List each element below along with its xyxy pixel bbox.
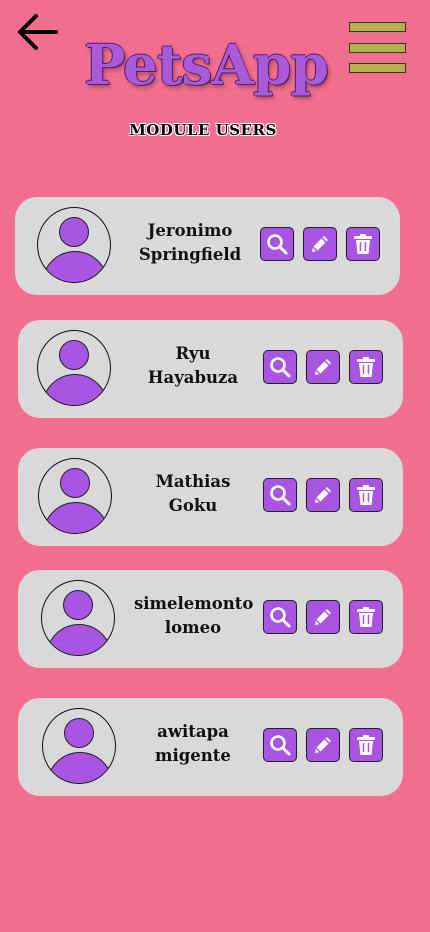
delete-user-button[interactable] — [349, 350, 383, 384]
user-name: Jeronimo Springfield — [138, 221, 242, 264]
user-name: Ryu Hayabuza — [147, 344, 239, 387]
view-user-button[interactable] — [263, 350, 297, 384]
edit-pencil-icon — [308, 232, 332, 256]
edit-user-button[interactable] — [303, 227, 337, 261]
edit-pencil-icon — [311, 483, 335, 507]
edit-pencil-icon — [311, 605, 335, 629]
user-card: Ryu Hayabuza — [18, 320, 403, 418]
delete-user-button[interactable] — [349, 600, 383, 634]
user-name: awitapa migente — [155, 722, 231, 765]
trash-icon — [354, 355, 378, 379]
avatar-head — [64, 718, 94, 748]
edit-user-button[interactable] — [306, 728, 340, 762]
avatar-head — [63, 590, 93, 620]
search-icon — [265, 232, 289, 256]
trash-icon — [354, 483, 378, 507]
avatar-body — [43, 502, 109, 533]
user-avatar-icon — [42, 708, 116, 784]
edit-user-button[interactable] — [306, 478, 340, 512]
user-card: awitapa migente — [18, 698, 403, 796]
avatar-body — [46, 624, 112, 655]
avatar-body — [42, 374, 108, 405]
search-icon — [268, 605, 292, 629]
search-icon — [268, 733, 292, 757]
menu-bar-top — [349, 22, 406, 32]
view-user-button[interactable] — [263, 478, 297, 512]
avatar-head — [59, 217, 89, 247]
arrow-left-icon — [18, 14, 58, 50]
avatar-body — [42, 251, 108, 282]
trash-icon — [354, 605, 378, 629]
search-icon — [268, 483, 292, 507]
page-subtitle: MODULE USERS — [129, 121, 277, 139]
avatar-head — [59, 340, 89, 370]
user-card: simelemonto lomeo — [18, 570, 403, 668]
user-card: Jeronimo Springfield — [15, 197, 400, 295]
trash-icon — [354, 733, 378, 757]
delete-user-button[interactable] — [349, 728, 383, 762]
menu-bar-bottom — [349, 63, 406, 73]
edit-user-button[interactable] — [306, 600, 340, 634]
user-avatar-icon — [41, 580, 115, 656]
user-avatar-icon — [37, 207, 111, 283]
view-user-button[interactable] — [263, 600, 297, 634]
edit-pencil-icon — [311, 355, 335, 379]
edit-user-button[interactable] — [306, 350, 340, 384]
avatar-body — [47, 752, 113, 783]
hamburger-menu-button[interactable] — [349, 22, 407, 76]
search-icon — [268, 355, 292, 379]
menu-bar-middle — [349, 43, 406, 53]
app-title: PetsApp — [84, 32, 329, 97]
delete-user-button[interactable] — [349, 478, 383, 512]
delete-user-button[interactable] — [346, 227, 380, 261]
trash-icon — [351, 232, 375, 256]
user-name: Mathias Goku — [155, 472, 231, 515]
view-user-button[interactable] — [263, 728, 297, 762]
user-card: Mathias Goku — [18, 448, 403, 546]
user-avatar-icon — [38, 458, 112, 534]
back-button[interactable] — [14, 12, 60, 52]
user-avatar-icon — [37, 330, 111, 406]
edit-pencil-icon — [311, 733, 335, 757]
view-user-button[interactable] — [260, 227, 294, 261]
user-name: simelemonto lomeo — [134, 594, 254, 637]
avatar-head — [60, 468, 90, 498]
